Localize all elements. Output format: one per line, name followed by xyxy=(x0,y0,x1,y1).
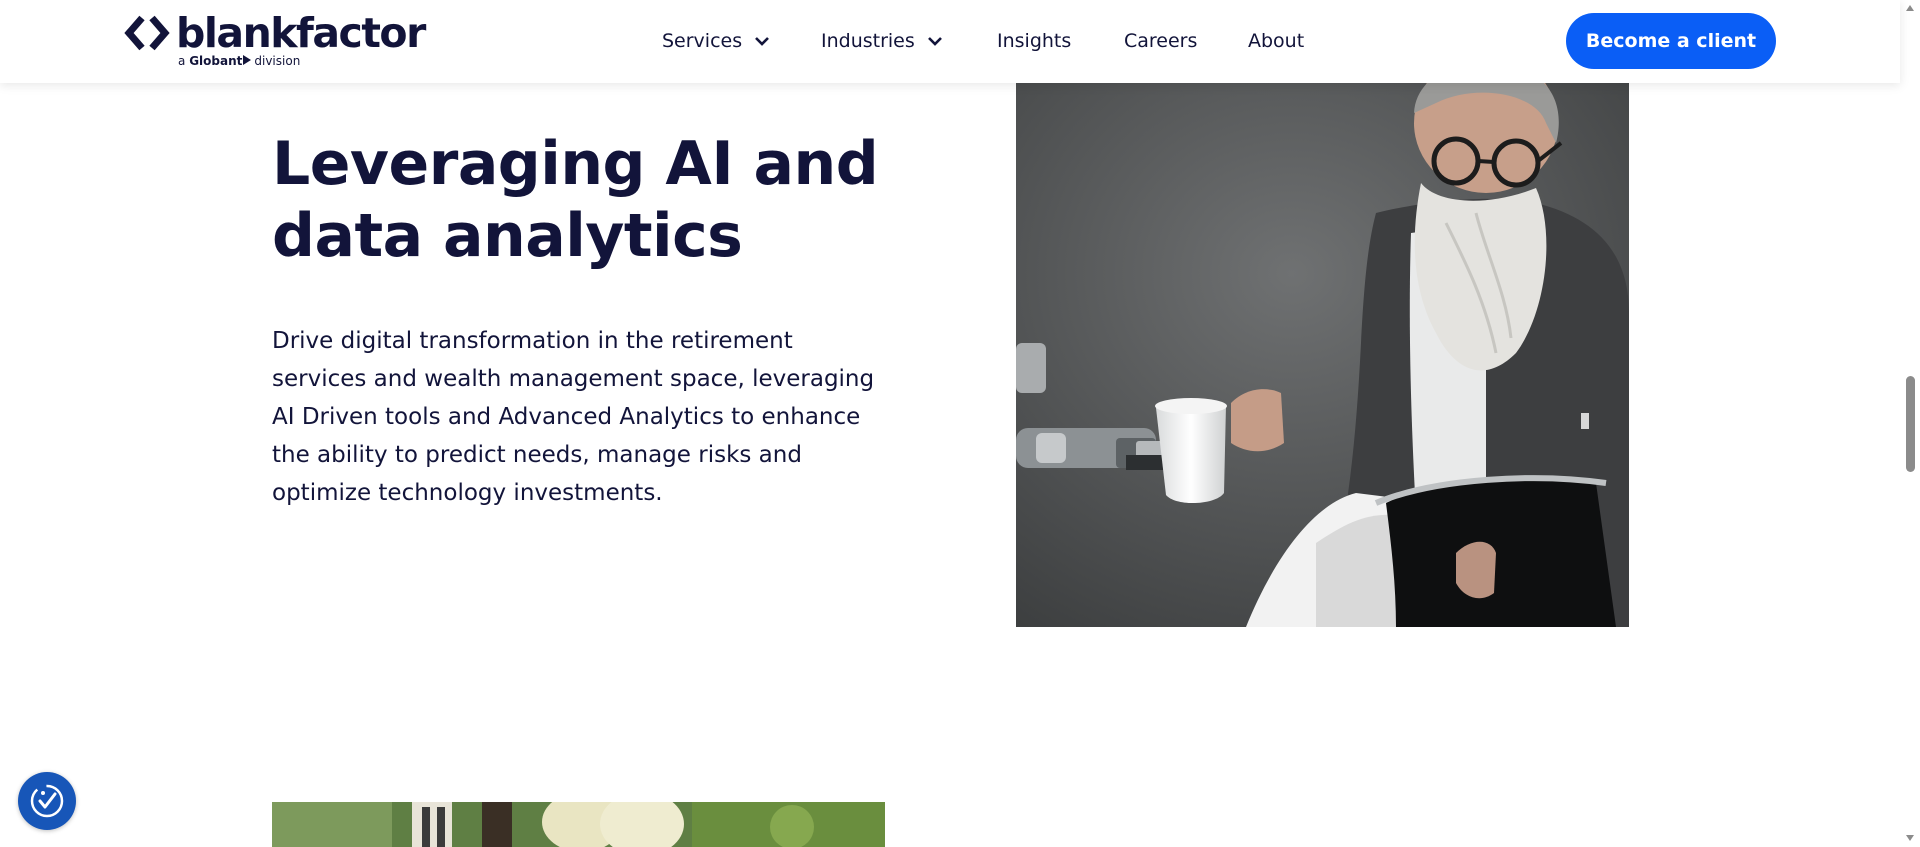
nav-item-about[interactable]: About xyxy=(1248,27,1304,55)
nav-item-label: About xyxy=(1248,30,1305,52)
scrollbar-thumb[interactable] xyxy=(1906,376,1915,472)
hero-photo xyxy=(1016,83,1629,627)
logo-sub-prefix: a xyxy=(178,54,186,68)
secondary-photo xyxy=(272,802,885,847)
chevron-down-icon xyxy=(755,37,770,46)
nav-item-label: Insights xyxy=(997,30,1072,52)
nav-item-industries[interactable]: Industries xyxy=(821,27,943,55)
blankfactor-logo[interactable]: blankfactor a Globant division xyxy=(124,9,434,72)
chevron-down-icon xyxy=(927,37,942,46)
triangle-up-icon[interactable] xyxy=(1905,4,1915,12)
photo-illustration xyxy=(272,802,885,847)
logo-sub-suffix: division xyxy=(254,54,301,68)
accessibility-button[interactable] xyxy=(18,772,76,830)
vertical-scrollbar[interactable] xyxy=(1900,0,1920,847)
site-header: blankfactor a Globant division Services I… xyxy=(0,0,1900,83)
logo-subline: a Globant division xyxy=(178,54,300,68)
section-headline: Leveraging AI and data analytics xyxy=(272,128,892,272)
chevron-right-icon xyxy=(243,55,252,65)
section-body: Drive digital transformation in the reti… xyxy=(272,328,875,506)
nav-item-label: Industries xyxy=(821,30,915,52)
photo-illustration xyxy=(1016,83,1629,627)
headline-line-2: data analytics xyxy=(272,201,743,271)
become-a-client-button[interactable]: Become a client xyxy=(1566,13,1776,69)
nav-item-careers[interactable]: Careers xyxy=(1124,27,1197,55)
code-brackets-icon xyxy=(124,15,170,51)
triangle-down-icon[interactable] xyxy=(1905,834,1915,842)
nav-item-label: Careers xyxy=(1124,30,1198,52)
logo-wordmark: blankfactor xyxy=(176,9,426,57)
logo-sub-brand: Globant xyxy=(189,54,243,68)
nav-item-insights[interactable]: Insights xyxy=(997,27,1071,55)
headline-line-1: Leveraging AI and xyxy=(272,129,879,199)
nav-item-label: Services xyxy=(662,30,743,52)
accessibility-check-icon xyxy=(30,784,64,818)
nav-item-services[interactable]: Services xyxy=(662,27,770,55)
